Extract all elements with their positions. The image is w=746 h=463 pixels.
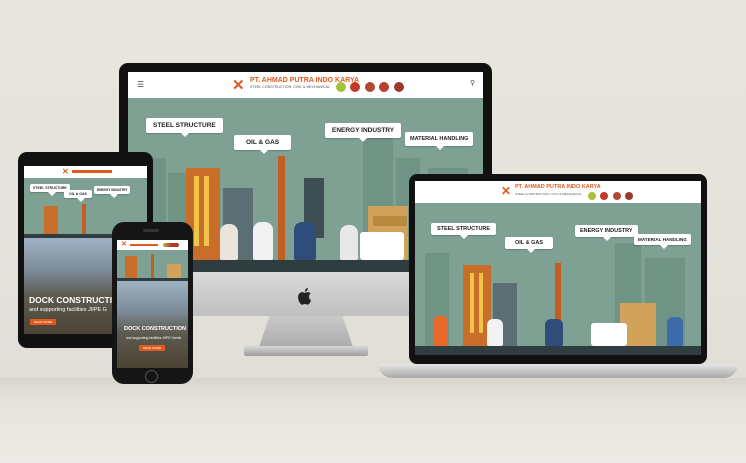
phone-screen: ✕ DOCK CONSTRUCTION and supporting facil… bbox=[117, 240, 188, 368]
bubble-material-handling[interactable]: MATERIAL HANDLING bbox=[634, 234, 691, 249]
bubble-oil-gas[interactable]: OIL & GAS bbox=[505, 237, 554, 253]
bubble-material-handling[interactable]: MATERIAL HANDLING bbox=[405, 132, 474, 150]
brand-tagline: STEEL CONSTRUCTION, CIVIL & MECHANICAL bbox=[250, 85, 331, 89]
bubble-energy-industry[interactable]: ENERGY INDUSTRY bbox=[325, 123, 402, 142]
bubble-steel-structure[interactable]: STEEL STRUCTURE bbox=[146, 118, 223, 137]
shelf-surface bbox=[0, 378, 746, 463]
worker-figure bbox=[667, 317, 683, 346]
brand-tagline: STEEL CONSTRUCTION, CIVIL & MECHANICAL bbox=[515, 192, 582, 196]
worker-figure bbox=[591, 323, 627, 346]
company-logo-icon[interactable]: ✕ bbox=[501, 184, 511, 198]
site-header: ✕ bbox=[117, 240, 188, 250]
laptop-screen: ✕ PT. AHMAD PUTRA INDO KARYA STEEL CONST… bbox=[415, 181, 701, 355]
search-icon[interactable]: ⚲ bbox=[470, 79, 475, 87]
worker-figure bbox=[545, 319, 563, 346]
brand-name-bar bbox=[72, 170, 112, 173]
hero-ground bbox=[415, 346, 701, 355]
slide-subtitle: and supporting facilities JIIPE G bbox=[29, 307, 107, 313]
worker-figure bbox=[340, 225, 358, 260]
worker-figure bbox=[220, 224, 238, 260]
site-header: ✕ PT. AHMAD PUTRA INDO KARYA STEEL CONST… bbox=[415, 181, 701, 203]
slide-title: DOCK CONSTRUCTI bbox=[29, 295, 113, 305]
monitor-stand bbox=[258, 316, 354, 350]
company-logo-icon[interactable]: ✕ bbox=[121, 240, 127, 248]
hamburger-icon[interactable]: ☰ bbox=[137, 80, 144, 89]
read-more-button[interactable]: READ MORE bbox=[30, 319, 56, 325]
read-more-button[interactable]: READ MORE bbox=[139, 345, 165, 351]
site-header: ☰ ✕ PT. AHMAD PUTRA INDO KARYA STEEL CON… bbox=[128, 72, 483, 98]
phone-home-button[interactable] bbox=[145, 370, 158, 383]
site-header: ✕ bbox=[24, 166, 147, 178]
bubble-energy-industry[interactable]: ENERGY INDUSTRY bbox=[575, 225, 638, 241]
company-logo-icon[interactable]: ✕ bbox=[232, 76, 245, 94]
laptop-base bbox=[378, 364, 738, 378]
slide-subtitle: and supporting facilities JIIPE Gresik bbox=[126, 336, 182, 340]
bubble-energy-industry[interactable]: ENERGY INDUSTRY bbox=[94, 186, 131, 198]
hero-slide-photo bbox=[117, 281, 188, 368]
certification-badges bbox=[336, 79, 404, 97]
bubble-oil-gas[interactable]: OIL & GAS bbox=[234, 135, 292, 154]
bubble-oil-gas[interactable]: OIL & GAS bbox=[64, 190, 92, 202]
bubble-steel-structure[interactable]: STEEL STRUCTURE bbox=[431, 223, 497, 239]
worker-figure bbox=[433, 316, 448, 346]
company-logo-icon[interactable]: ✕ bbox=[62, 167, 69, 176]
worker-figure bbox=[253, 222, 273, 260]
brand-name-bar bbox=[130, 244, 158, 246]
phone-speaker bbox=[143, 229, 159, 232]
worker-figure bbox=[294, 222, 316, 260]
slide-title: DOCK CONSTRUCTION bbox=[124, 326, 187, 332]
worker-figure bbox=[487, 319, 503, 346]
monitor-base bbox=[244, 346, 368, 356]
certification-badges bbox=[163, 243, 179, 247]
worker-figure bbox=[360, 232, 404, 260]
apple-logo-icon bbox=[298, 288, 312, 305]
